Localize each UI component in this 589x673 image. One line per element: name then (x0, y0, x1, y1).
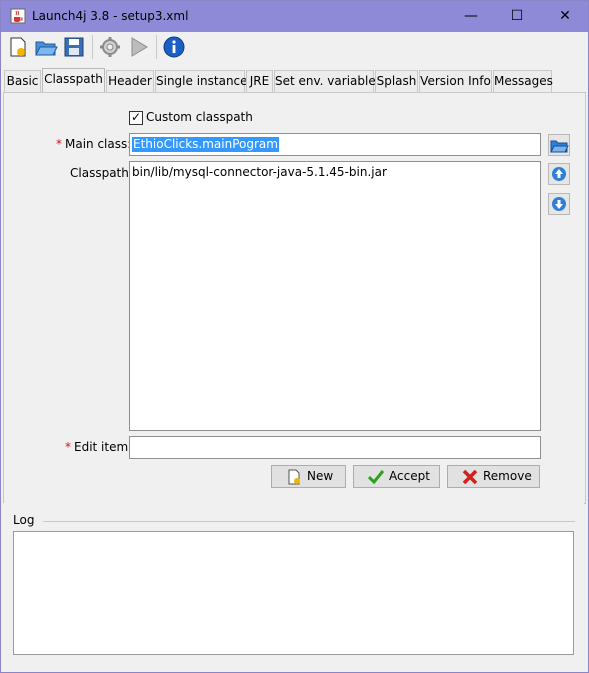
move-up-button[interactable] (548, 163, 570, 185)
run-button[interactable] (127, 35, 151, 59)
edit-item-field[interactable] (129, 436, 541, 459)
toolbar (1, 32, 588, 65)
classpath-list[interactable]: bin/lib/mysql-connector-java-5.1.45-bin.… (129, 161, 541, 431)
new-button[interactable]: New (271, 465, 346, 488)
classpath-label: Classpath: (70, 166, 133, 180)
main-class-value: EthioClicks.mainPogram (132, 137, 279, 152)
tab-classpath[interactable]: Classpath (42, 68, 105, 93)
log-textarea[interactable] (13, 531, 574, 655)
browse-main-class-button[interactable] (548, 134, 570, 156)
tab-single-instance[interactable]: Single instance (155, 70, 248, 92)
tab-basic[interactable]: Basic (4, 70, 41, 92)
classpath-panel: ✓ Custom classpath * Main class: EthioCli… (3, 92, 586, 504)
build-wrapper-icon (100, 37, 120, 57)
tab-jre[interactable]: JRE (246, 70, 273, 92)
tab-splash[interactable]: Splash (375, 70, 418, 92)
close-button[interactable]: ✕ (542, 1, 588, 32)
maximize-button[interactable]: ☐ (494, 1, 540, 32)
arrow-up-icon (552, 167, 566, 181)
tab-header[interactable]: Header (106, 70, 154, 92)
arrow-down-icon (552, 197, 566, 211)
tab-messages[interactable]: Messages (493, 70, 553, 92)
log-title: Log (13, 513, 35, 527)
remove-button[interactable]: Remove (447, 465, 540, 488)
log-section: Log (3, 503, 584, 668)
toolbar-separator (156, 35, 157, 59)
open-folder-icon (35, 41, 58, 56)
new-config-icon (10, 37, 26, 57)
open-folder-icon (550, 140, 569, 153)
main-class-field[interactable]: EthioClicks.mainPogram (129, 133, 541, 156)
toolbar-separator (92, 35, 93, 59)
build-wrapper-button[interactable] (98, 35, 122, 59)
tab-set-env-variables[interactable]: Set env. variables (274, 70, 382, 92)
launch4j-window: Launch4j 3.8 - setup3.xml — ☐ ✕ Basic Cl… (0, 0, 589, 673)
title-bar[interactable]: Launch4j 3.8 - setup3.xml — ☐ ✕ (1, 1, 588, 32)
about-icon (163, 36, 185, 58)
window-title: Launch4j 3.8 - setup3.xml (32, 9, 189, 23)
required-mark: * (65, 440, 71, 454)
minimize-button[interactable]: — (448, 1, 494, 32)
edit-item-label: * Edit item: (65, 440, 133, 454)
custom-classpath-checkbox[interactable]: ✓ (129, 110, 143, 125)
new-config-button[interactable] (6, 35, 30, 59)
log-divider (43, 521, 575, 522)
open-config-button[interactable] (34, 35, 58, 59)
main-class-label: * Main class: (56, 137, 132, 151)
classpath-list-item[interactable]: bin/lib/mysql-connector-java-5.1.45-bin.… (132, 165, 387, 179)
move-down-button[interactable] (548, 193, 570, 215)
about-button[interactable] (162, 35, 186, 59)
tab-version-info[interactable]: Version Info (419, 70, 492, 92)
checkmark-icon (368, 470, 384, 485)
required-mark: * (56, 137, 62, 151)
red-x-icon (462, 469, 478, 485)
save-icon (64, 37, 84, 57)
new-item-icon (288, 469, 300, 485)
run-icon (131, 37, 148, 57)
checkmark-icon: ✓ (131, 110, 142, 124)
java-cup-icon (10, 8, 26, 24)
save-config-button[interactable] (62, 35, 86, 59)
custom-classpath-label: Custom classpath (146, 110, 253, 124)
accept-button[interactable]: Accept (353, 465, 440, 488)
